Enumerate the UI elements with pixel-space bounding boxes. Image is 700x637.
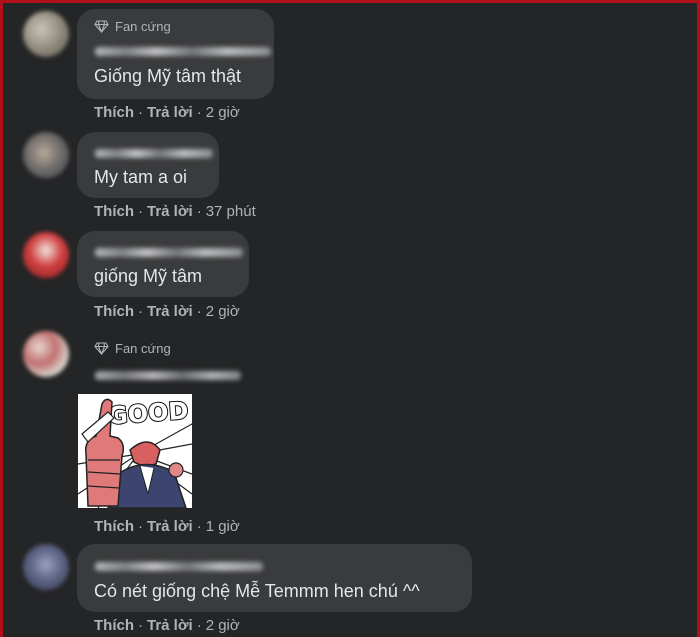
diamond-icon: [94, 20, 109, 33]
separator: ·: [138, 518, 143, 535]
badge-label: Fan cứng: [115, 19, 171, 34]
diamond-icon: [94, 342, 109, 355]
avatar[interactable]: [23, 11, 69, 57]
comment-bubble: Fan cứng Giống Mỹ tâm thật: [77, 9, 274, 99]
comment-actions: Thích · Trả lời · 1 giờ: [94, 518, 240, 535]
timestamp[interactable]: 1 giờ: [206, 518, 240, 535]
comment-text: Giống Mỹ tâm thật: [94, 66, 242, 86]
like-button[interactable]: Thích: [94, 617, 134, 634]
reply-button[interactable]: Trả lời: [147, 518, 193, 535]
reply-button[interactable]: Trả lời: [147, 303, 193, 320]
author-name[interactable]: [95, 562, 263, 571]
comment-actions: Thích · Trả lời · 37 phút: [94, 203, 256, 220]
comment-bubble: giống Mỹ tâm: [77, 231, 249, 297]
timestamp[interactable]: 2 giờ: [206, 104, 240, 121]
comment-bubble: My tam a oi: [77, 132, 219, 198]
comment-actions: Thích · Trả lời · 2 giờ: [94, 104, 240, 121]
separator: ·: [138, 617, 143, 634]
comment-actions: Thích · Trả lời · 2 giờ: [94, 617, 240, 634]
author-name[interactable]: [95, 47, 271, 56]
comment-text: giống Mỹ tâm: [94, 266, 203, 286]
sticker-text: GOOD: [107, 397, 189, 431]
avatar[interactable]: [23, 232, 69, 278]
avatar[interactable]: [23, 544, 69, 590]
comment-text: My tam a oi: [94, 167, 188, 187]
good-sticker[interactable]: GOOD: [78, 394, 192, 508]
separator: ·: [138, 203, 143, 220]
author-name[interactable]: [95, 248, 243, 257]
separator: ·: [196, 303, 202, 320]
fan-badge: Fan cứng: [94, 341, 171, 356]
avatar[interactable]: [23, 132, 69, 178]
comment-bubble: Có nét giống chệ Mễ Temmm hen chú ^^: [77, 544, 472, 612]
comment-text: Có nét giống chệ Mễ Temmm hen chú ^^: [94, 581, 420, 601]
badge-label: Fan cứng: [115, 341, 171, 356]
comments-panel: Fan cứng Giống Mỹ tâm thật Thích · Trả lời…: [3, 3, 697, 637]
timestamp[interactable]: 2 giờ: [206, 303, 240, 320]
separator: ·: [138, 104, 143, 121]
author-name[interactable]: [95, 149, 213, 158]
comment-actions: Thích · Trả lời · 2 giờ: [94, 303, 240, 320]
avatar[interactable]: [23, 331, 69, 377]
fan-badge: Fan cứng: [94, 19, 171, 34]
timestamp[interactable]: 2 giờ: [206, 617, 240, 634]
separator: ·: [196, 518, 202, 535]
like-button[interactable]: Thích: [94, 303, 134, 320]
like-button[interactable]: Thích: [94, 518, 134, 535]
like-button[interactable]: Thích: [94, 203, 134, 220]
reply-button[interactable]: Trả lời: [147, 104, 193, 121]
separator: ·: [196, 617, 202, 634]
separator: ·: [138, 303, 143, 320]
separator: ·: [196, 104, 202, 121]
reply-button[interactable]: Trả lời: [147, 203, 193, 220]
timestamp[interactable]: 37 phút: [206, 203, 256, 220]
author-name[interactable]: [95, 371, 241, 380]
reply-button[interactable]: Trả lời: [147, 617, 193, 634]
separator: ·: [196, 203, 202, 220]
like-button[interactable]: Thích: [94, 104, 134, 121]
